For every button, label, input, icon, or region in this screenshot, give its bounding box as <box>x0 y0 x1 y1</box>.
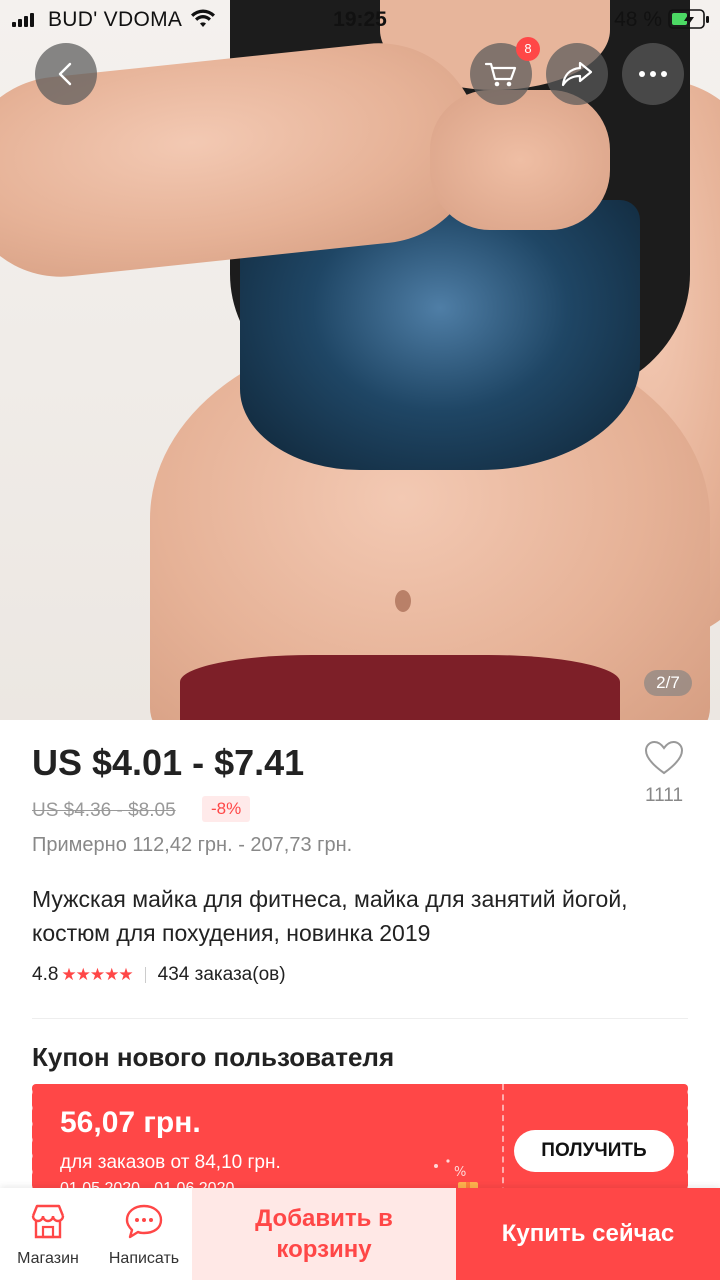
coupon-edge <box>32 1084 36 1204</box>
add-to-cart-label: Добавить в корзину <box>255 1205 393 1263</box>
rating-stars: ★★★★★ <box>61 965 133 984</box>
product-price: US $4.01 - $7.41 <box>32 742 305 783</box>
chat-icon <box>125 1204 163 1239</box>
store-label: Магазин <box>17 1250 79 1267</box>
product-photo-part <box>395 590 411 612</box>
gallery-page-indicator: 2/7 <box>644 670 692 696</box>
message-label: Написать <box>108 1250 180 1267</box>
section-divider <box>32 1018 688 1019</box>
buy-now-button[interactable]: Купить сейчас <box>456 1188 720 1280</box>
divider <box>144 967 146 983</box>
store-tab[interactable]: Магазин <box>0 1188 96 1280</box>
approximate-price: Примерно 112,42 грн. - 207,73 грн. <box>32 834 353 856</box>
orders-count: 434 заказа(ов) <box>157 964 286 985</box>
product-photo-part <box>430 90 610 230</box>
original-price: US $4.36 - $8.05 <box>32 800 176 821</box>
rating-value: 4.8 <box>32 964 59 985</box>
rating-row[interactable]: 4.8 ★★★★★ 434 заказа(ов) <box>32 964 286 986</box>
product-photo-part <box>180 655 620 720</box>
coupon-amount: 56,07 грн. <box>60 1106 201 1139</box>
discount-badge: -8% <box>202 796 251 822</box>
coupon-edge <box>684 1084 688 1204</box>
status-bar: BUD' VDOMA 19:25 48 % <box>0 0 720 38</box>
cart-button[interactable]: 8 <box>470 37 540 105</box>
message-tab[interactable]: Написать <box>96 1188 192 1280</box>
coupon-perforation <box>502 1084 504 1204</box>
more-dots-icon <box>639 71 667 77</box>
coupon-section-title: Купон нового пользователя <box>32 1042 395 1072</box>
svg-text:%: % <box>454 1165 466 1180</box>
coupon-condition: для заказов от 84,10 грн. <box>60 1152 281 1173</box>
share-icon <box>561 61 593 87</box>
product-title: Мужская майка для фитнеса, майка для зан… <box>32 886 628 946</box>
more-options-button[interactable] <box>622 43 684 105</box>
share-button[interactable] <box>546 43 608 105</box>
cart-count-badge: 8 <box>516 37 540 61</box>
add-to-cart-button[interactable]: Добавить в корзину <box>192 1188 456 1280</box>
product-image-gallery[interactable] <box>0 0 720 720</box>
battery-icon <box>668 9 709 29</box>
get-coupon-button[interactable]: ПОЛУЧИТЬ <box>514 1130 674 1172</box>
wishlist-button[interactable]: 1111 <box>636 740 692 807</box>
cart-icon <box>484 62 517 87</box>
bottom-action-bar: Магазин Написать Добавить в корзину Купи… <box>0 1188 720 1280</box>
new-user-coupon: 56,07 грн. для заказов от 84,10 грн. 01.… <box>32 1084 688 1204</box>
heart-icon <box>644 740 684 775</box>
clock: 19:25 <box>333 8 387 31</box>
wishlist-count: 1111 <box>644 785 684 806</box>
back-button[interactable] <box>35 43 97 105</box>
store-icon <box>31 1204 65 1239</box>
chevron-left-icon <box>58 62 72 86</box>
battery-percent: 48 % <box>614 8 662 31</box>
product-page: BUD' VDOMA 19:25 48 % 8 2/7 US $4.01 - $… <box>0 0 720 1280</box>
